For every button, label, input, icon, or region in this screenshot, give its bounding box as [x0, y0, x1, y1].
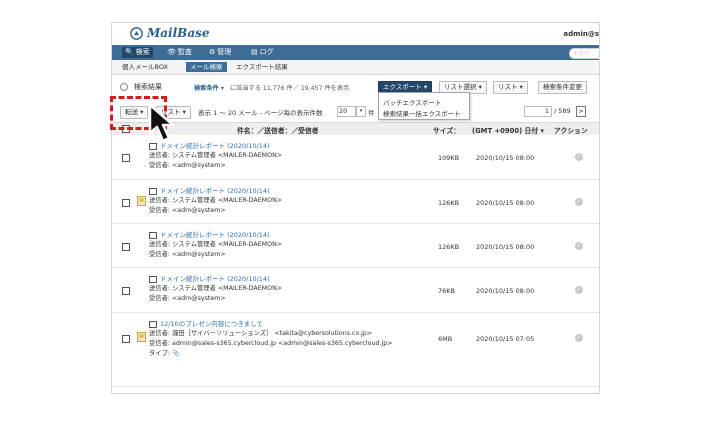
row-checkbox[interactable] [122, 243, 130, 251]
mail-meta-line: 受信者: admin@sales-s365.cybercloud.jp <adm… [149, 340, 393, 347]
mail-meta-line: 送信者: 瀧田［サイバーソリューションズ］ <takita@cybersolut… [149, 330, 373, 337]
bulk-export-item[interactable]: 検索結果一括エクスポート [383, 108, 461, 118]
check-circle-icon[interactable]: ✓ [575, 334, 583, 342]
mail-date: 2020/10/15 08:00 [476, 243, 535, 251]
table-row[interactable]: 情報漏洩事故の概要について送信者: CyberSol_松山 <matsuyama… [112, 387, 599, 393]
per-page-text: 表示 1 ～ 20 メール - ページ毎の表示件数 [198, 109, 323, 117]
col-subject[interactable]: 件名：／送信者：／受信者 [237, 125, 319, 135]
admin-user[interactable]: admin@s [563, 30, 599, 38]
mail-size: 6MB [438, 335, 453, 343]
change-condition-button[interactable]: 検索条件変更 [538, 81, 587, 94]
row-checkbox[interactable] [122, 199, 130, 207]
sub-nav: 個人メールBOX メール検索 エクスポート結果 [112, 60, 599, 75]
mail-date: 2020/10/15 08:00 [476, 154, 535, 162]
mail-size: 126KB [438, 199, 460, 207]
app-header: MailBase admin@s [112, 23, 599, 45]
logo-icon [130, 27, 143, 40]
mouse-cursor-icon [148, 103, 175, 143]
gear-icon: ⚙ [209, 48, 216, 56]
subtab-export-results[interactable]: エクスポート結果 [232, 62, 292, 72]
chevron-down-icon[interactable]: ▾ [356, 106, 366, 117]
mail-meta-line: 受信者: <adm@system> [149, 251, 226, 258]
result-label: 検索結果 [134, 83, 162, 91]
check-circle-icon[interactable]: ✓ [575, 242, 583, 250]
logo-text: MailBase [147, 26, 210, 40]
subtab-personal-mailbox[interactable]: 個人メールBOX [118, 62, 172, 72]
search-icon: 🔍 [125, 48, 134, 56]
table-row[interactable]: ドメイン統計レポート (2020/10/14) 送信者: システム管理者 <MAI… [112, 268, 599, 313]
table-row[interactable]: ドメイン統計レポート (2020/10/14) 送信者: システム管理者 <MAI… [112, 224, 599, 268]
nav-search-input[interactable]: ｷｰﾜｰﾄﾞ [569, 48, 599, 59]
mail-size: 126KB [438, 243, 460, 251]
list-button[interactable]: リスト ▾ [493, 81, 528, 94]
mail-date: 2020/10/15 07:05 [476, 335, 535, 343]
result-count-text: に該当する 11,776 件／ 19,457 件を表示 [230, 85, 350, 92]
mail-subject-link[interactable]: 12/10のプレゼン内容につきまして [149, 318, 263, 328]
mail-date: 2020/10/15 08:00 [476, 287, 535, 295]
table-row[interactable]: ✉ ドメイン統計レポート (2020/10/14) 送信者: システム管理者 <MA… [112, 180, 599, 224]
col-action: アクション [554, 127, 588, 135]
main-nav: 🔍 検索 👁 監査 ⚙ 管理 ▤ ログ ｷｰﾜｰﾄﾞ [112, 45, 599, 60]
row-checkbox[interactable] [122, 335, 130, 343]
tab-log[interactable]: ▤ ログ [248, 47, 277, 58]
mail-size: 109KB [438, 154, 460, 162]
tab-audit[interactable]: 👁 監査 [164, 47, 195, 58]
mail-subject-link[interactable]: ドメイン統計レポート (2020/10/14) [149, 273, 270, 283]
col-size[interactable]: サイズ： [433, 125, 460, 135]
mail-meta-line: 受信者: <adm@system> [149, 295, 226, 302]
col-date[interactable]: (GMT +0900) 日付 ▾ [472, 125, 544, 135]
attachment-icon: ✉ [137, 196, 146, 206]
mail-meta-line: 受信者: <adm@system> [149, 162, 226, 169]
open-icon [149, 187, 157, 195]
mail-meta-line: 送信者: システム管理者 <MAILER-DAEMON> [149, 152, 283, 159]
next-page-button[interactable]: > [576, 106, 586, 117]
check-circle-icon[interactable]: ✓ [575, 286, 583, 294]
mail-subject-link[interactable]: 情報漏洩事故の概要について [149, 392, 244, 393]
result-radio[interactable] [120, 83, 128, 91]
check-circle-icon[interactable]: ✓ [575, 198, 583, 206]
log-icon: ▤ [251, 48, 258, 56]
tab-admin[interactable]: ⚙ 管理 [206, 47, 234, 58]
mail-subject-link[interactable]: ドメイン統計レポート (2020/10/14) [149, 229, 270, 239]
mail-size: 76KB [438, 287, 455, 295]
mail-meta-line: タイプ: 📎 [149, 350, 180, 357]
page-input[interactable]: 1 [524, 106, 552, 117]
open-icon [149, 275, 157, 283]
export-dropdown-menu: バッチエクスポート 検索結果一括エクスポート [378, 92, 470, 120]
row-checkbox[interactable] [122, 287, 130, 295]
search-condition-link[interactable]: 検索条件 ▾ [194, 83, 224, 92]
batch-export-item[interactable]: バッチエクスポート [383, 97, 441, 107]
attachment-icon: ✉ [137, 332, 146, 342]
open-icon [149, 320, 157, 328]
tab-search[interactable]: 🔍 検索 [122, 47, 153, 58]
mail-meta-line: 送信者: システム管理者 <MAILER-DAEMON> [149, 285, 283, 292]
table-row[interactable]: ✉ 12/10のプレゼン内容につきまして送信者: 瀧田［サイバーソリューションズ］… [112, 313, 599, 387]
mail-subject-link[interactable]: ドメイン統計レポート (2020/10/14) [149, 185, 270, 195]
mail-meta-line: 受信者: <adm@system> [149, 207, 226, 214]
mail-meta-line: 送信者: システム管理者 <MAILER-DAEMON> [149, 241, 283, 248]
mail-date: 2020/10/15 08:00 [476, 199, 535, 207]
open-icon [149, 231, 157, 239]
page-total: / 589 [554, 107, 571, 115]
monitor-icon: 👁 [167, 48, 176, 56]
mail-meta-line: 送信者: システム管理者 <MAILER-DAEMON> [149, 197, 283, 204]
row-checkbox[interactable] [122, 154, 130, 162]
per-page-select[interactable]: 20 [337, 106, 356, 117]
mailbase-window: MailBase admin@s 🔍 検索 👁 監査 ⚙ 管理 ▤ ログ ｷｰﾜｰﾄﾞ … [111, 22, 600, 394]
result-toolbar: 検索結果 検索条件 ▾ に該当する 11,776 件／ 19,457 件を表示 … [112, 79, 599, 95]
per-page-suffix: 件 [368, 109, 375, 117]
subtab-mail-search[interactable]: メール検索 [186, 62, 227, 72]
check-circle-icon[interactable]: ✓ [575, 153, 583, 161]
